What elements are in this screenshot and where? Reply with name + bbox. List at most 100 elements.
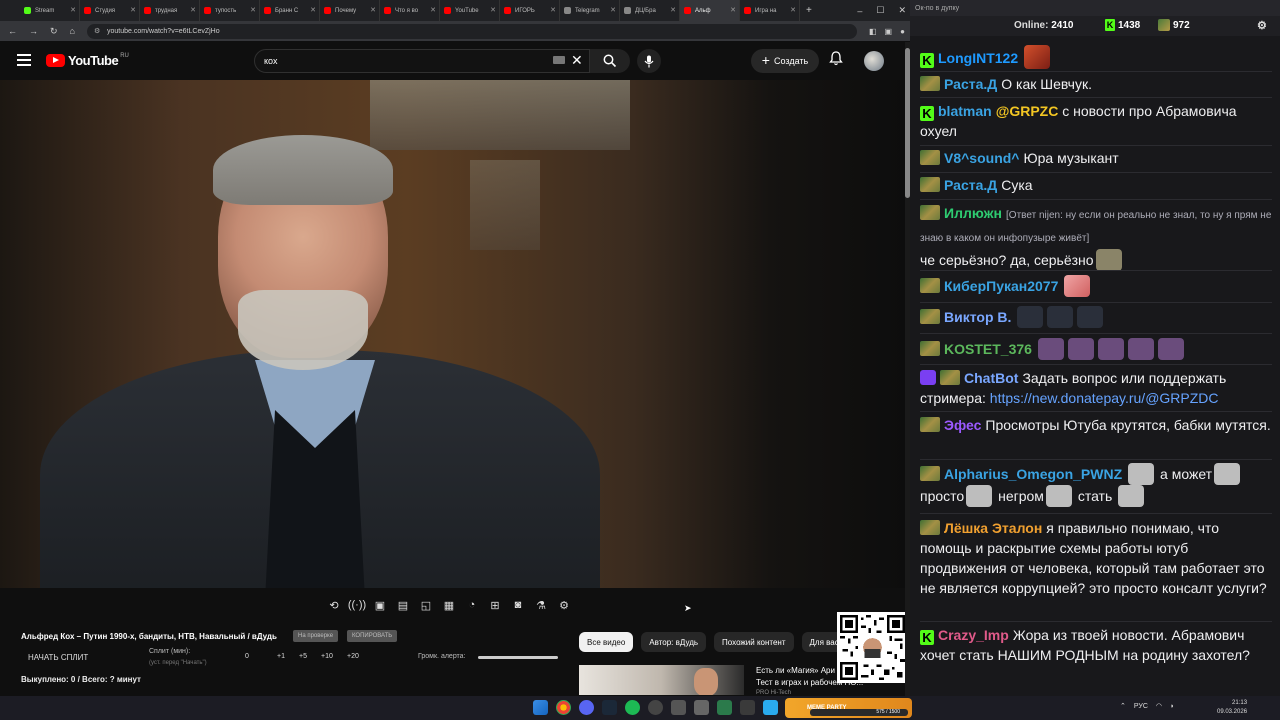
browser-tab[interactable]: трудная ✕	[140, 0, 200, 21]
speed-gauge-icon[interactable]: ◔	[464, 598, 480, 612]
extension-icon[interactable]: ▣	[885, 27, 893, 36]
browser-tab[interactable]: Игра на ✕	[740, 0, 800, 21]
hamburger-menu-icon[interactable]	[17, 54, 31, 66]
chat-username[interactable]: LongINT122	[938, 50, 1018, 66]
tray-chevron-icon[interactable]: ⌃	[1120, 702, 1126, 710]
split-value-button[interactable]: +10	[321, 653, 333, 660]
browser-tab[interactable]: Бранн С ✕	[260, 0, 320, 21]
close-tab-icon[interactable]: ✕	[370, 6, 376, 14]
back-icon[interactable]: ←	[8, 26, 17, 36]
donate-link[interactable]: https://new.donatepay.ru/@GRPZDC	[990, 390, 1219, 406]
chat-username[interactable]: Раста.Д	[944, 76, 997, 92]
close-window-icon[interactable]: ✕	[898, 5, 906, 16]
alert-volume-slider[interactable]	[478, 656, 558, 659]
browser-tab[interactable]: ДЦ/Бра ✕	[620, 0, 680, 21]
volume-icon[interactable]: ◗	[1170, 703, 1174, 710]
chat-username[interactable]: Виктор В.	[944, 309, 1011, 325]
browser-tab[interactable]: Студия ✕	[80, 0, 140, 21]
split-value-button[interactable]: +1	[277, 653, 285, 660]
chat-username[interactable]: Иллюжн	[944, 205, 1002, 221]
telegram-icon[interactable]	[763, 700, 778, 715]
obs-icon[interactable]	[648, 700, 663, 715]
create-button[interactable]: + Создать	[751, 49, 819, 73]
split-value-button[interactable]: +5	[299, 653, 307, 660]
forward-icon[interactable]: →	[29, 26, 38, 36]
chat-username[interactable]: КиберПукан2077	[944, 278, 1058, 294]
close-tab-icon[interactable]: ✕	[730, 6, 736, 14]
chat-username[interactable]: Лёшка Эталон	[944, 520, 1042, 536]
new-tab-button[interactable]: +	[806, 5, 812, 16]
chat-username[interactable]: V8^sound^	[944, 150, 1019, 166]
browser-tab[interactable]: Альф ✕	[680, 0, 740, 21]
browser-tab[interactable]: Telegram ✕	[560, 0, 620, 21]
browser-tab[interactable]: Что я во ✕	[380, 0, 440, 21]
wifi-icon[interactable]: ◠	[1156, 702, 1162, 710]
extension-icon[interactable]: ◧	[869, 27, 877, 36]
flask-icon[interactable]: ⚗	[533, 598, 549, 612]
close-tab-icon[interactable]: ✕	[790, 6, 796, 14]
chip-similar[interactable]: Похожий контент	[714, 632, 794, 652]
screenshot-camera-icon[interactable]: ◙	[510, 598, 526, 612]
subtitles-icon[interactable]: ▦	[441, 598, 457, 612]
add-screen-icon[interactable]: ⊞	[487, 598, 503, 612]
start-menu-icon[interactable]	[533, 700, 548, 715]
video-player[interactable]	[0, 80, 905, 588]
chat-username[interactable]: Раста.Д	[944, 177, 997, 193]
close-tab-icon[interactable]: ✕	[670, 6, 676, 14]
youtube-logo[interactable]: YouTube RU	[46, 53, 129, 68]
recommended-video-title[interactable]: Есть ли «Магия» Ари	[756, 666, 835, 675]
browser-tab[interactable]: Stream ✕	[20, 0, 80, 21]
copy-button[interactable]: КОПИРОВАТЬ	[347, 630, 398, 642]
close-tab-icon[interactable]: ✕	[310, 6, 316, 14]
search-input[interactable]: кох	[254, 49, 590, 73]
notifications-bell-icon[interactable]	[829, 51, 843, 69]
chip-author[interactable]: Автор: вДудь	[641, 632, 707, 652]
maximize-icon[interactable]: ☐	[876, 5, 884, 16]
chrome-icon[interactable]	[556, 700, 571, 715]
browser-tab[interactable]: тупость ✕	[200, 0, 260, 21]
close-tab-icon[interactable]: ✕	[610, 6, 616, 14]
chip-all-videos[interactable]: Все видео	[579, 632, 634, 652]
browser-tab[interactable]: YouTube ✕	[440, 0, 500, 21]
broadcast-icon[interactable]: ((·))	[348, 598, 366, 612]
app-icon[interactable]	[694, 700, 709, 715]
clapper-icon[interactable]: ▤	[395, 598, 411, 612]
resize-icon[interactable]: ◱	[418, 598, 434, 612]
chat-username[interactable]: Эфес	[944, 417, 981, 433]
chat-username[interactable]: blatman	[938, 103, 992, 119]
recommended-video-thumbnail[interactable]	[579, 665, 744, 695]
minimize-icon[interactable]: –	[857, 6, 862, 16]
profile-icon[interactable]: ●	[900, 27, 905, 36]
close-tab-icon[interactable]: ✕	[550, 6, 556, 14]
close-tab-icon[interactable]: ✕	[490, 6, 496, 14]
gear-icon[interactable]: ⚙	[556, 598, 572, 612]
clear-search-icon[interactable]: ✕	[571, 52, 583, 69]
discord-icon[interactable]	[579, 700, 594, 715]
chat-username[interactable]: Alpharius_Omegon_PWNZ	[944, 466, 1122, 482]
steam-icon[interactable]	[602, 700, 617, 715]
language-indicator[interactable]: РУС	[1134, 703, 1148, 710]
url-field[interactable]: ⚙ youtube.com/watch?v=e6tLCevZjHo	[86, 23, 857, 39]
account-avatar[interactable]	[864, 51, 884, 71]
close-tab-icon[interactable]: ✕	[130, 6, 136, 14]
reload-icon[interactable]: ↻	[50, 26, 58, 37]
start-split-button[interactable]: НАЧАТЬ СПЛИТ	[28, 653, 88, 662]
keyboard-icon[interactable]	[553, 56, 565, 64]
chat-username[interactable]: Crazy_Imp	[938, 627, 1009, 643]
split-value-button[interactable]: 0	[245, 653, 249, 660]
home-icon[interactable]: ⌂	[70, 26, 75, 36]
close-tab-icon[interactable]: ✕	[250, 6, 256, 14]
search-button[interactable]	[590, 49, 630, 73]
close-tab-icon[interactable]: ✕	[70, 6, 76, 14]
chat-username[interactable]: ChatBot	[964, 370, 1018, 386]
app-icon[interactable]	[740, 700, 755, 715]
site-info-icon[interactable]: ⚙	[94, 27, 100, 35]
voice-search-button[interactable]	[637, 49, 661, 73]
browser-tab[interactable]: Почему ✕	[320, 0, 380, 21]
chat-settings-icon[interactable]: ⚙	[1257, 19, 1267, 32]
close-tab-icon[interactable]: ✕	[430, 6, 436, 14]
system-clock[interactable]: 21:13 09.03.2026	[1217, 699, 1247, 717]
loop-icon[interactable]: ⟲	[326, 598, 342, 612]
spotify-icon[interactable]	[625, 700, 640, 715]
chat-mention[interactable]: @GRPZC	[996, 103, 1059, 119]
